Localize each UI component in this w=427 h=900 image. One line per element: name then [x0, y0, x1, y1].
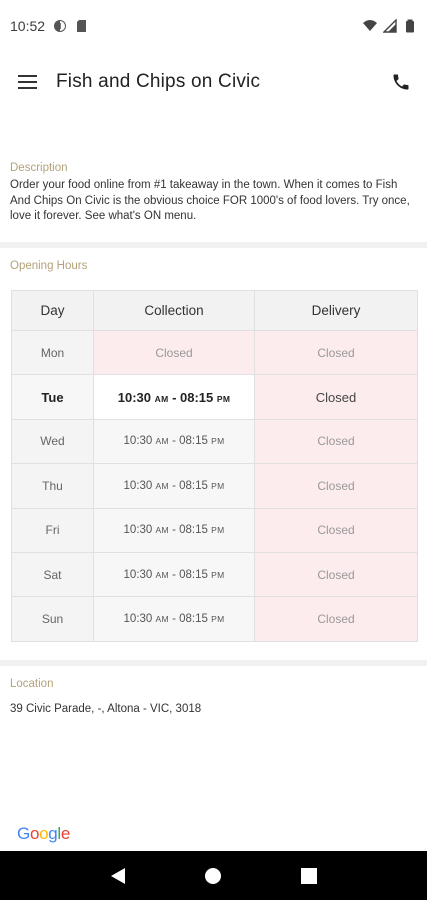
day-cell: Sat — [11, 551, 94, 598]
close-time: 08:15 — [179, 435, 208, 448]
delivery-cell: Closed — [254, 329, 418, 376]
collection-cell: 10:30 AM - 08:15 PM — [93, 507, 255, 553]
close-time-ampm: PM — [216, 393, 231, 404]
phone-icon[interactable] — [391, 72, 411, 92]
delivery-cell: Closed — [254, 463, 418, 509]
signal-icon — [383, 19, 397, 33]
table-row: Sun 10:30 AM - 08:15 PM Closed — [11, 596, 418, 642]
table-row: Sat 10:30 AM - 08:15 PM Closed — [11, 551, 418, 598]
opening-hours-label: Opening Hours — [10, 260, 88, 272]
close-time-ampm: PM — [211, 614, 225, 625]
close-time-ampm: PM — [211, 569, 225, 580]
open-time: 10:30 — [123, 568, 153, 581]
delivery-cell: Closed — [254, 374, 418, 420]
header-collection: Collection — [93, 290, 255, 331]
collection-cell: 10:30 AM - 08:15 PM — [93, 463, 255, 509]
section-divider — [0, 660, 427, 666]
description-section: Description Order your food online from … — [10, 162, 415, 225]
home-icon — [205, 867, 222, 884]
open-time-ampm: AM — [155, 525, 169, 536]
opening-hours-section: Opening Hours Day Collection Delivery Mo… — [10, 260, 418, 642]
back-button[interactable] — [98, 856, 138, 896]
open-time: 10:30 — [123, 435, 153, 448]
open-time: 10:30 — [117, 389, 151, 405]
close-time-ampm: PM — [211, 480, 225, 491]
google-logo-letter: o — [29, 824, 40, 843]
open-time-ampm: AM — [155, 436, 169, 447]
battery-icon — [406, 19, 414, 33]
delivery-cell: Closed — [254, 551, 418, 598]
system-nav-bar — [0, 851, 427, 900]
close-time: 08:15 — [179, 524, 208, 537]
google-logo-letter: G — [17, 824, 30, 843]
section-divider — [0, 242, 427, 248]
open-time: 10:30 — [123, 613, 153, 626]
content: Description Order your food online from … — [0, 112, 427, 850]
day-cell: Mon — [11, 329, 94, 376]
table-row: Fri 10:30 AM - 08:15 PM Closed — [11, 507, 418, 553]
google-logo-letter: e — [60, 824, 71, 843]
home-button[interactable] — [193, 856, 233, 896]
close-time: 08:15 — [180, 389, 214, 405]
day-cell: Tue — [11, 374, 94, 420]
page-title: Fish and Chips on Civic — [56, 71, 261, 92]
open-time-ampm: AM — [155, 480, 169, 491]
table-row-today: Tue 10:30 AM - 08:15 PM Closed — [11, 374, 418, 420]
collection-cell: 10:30 AM - 08:15 PM — [93, 551, 255, 598]
delivery-cell: Closed — [254, 507, 418, 553]
table-header-row: Day Collection Delivery — [11, 290, 418, 331]
day-cell: Fri — [11, 507, 94, 553]
opening-hours-table: Day Collection Delivery Mon Closed Close… — [11, 290, 418, 642]
location-section: Location 39 Civic Parade, -, Altona - VI… — [10, 678, 415, 715]
close-time: 08:15 — [179, 568, 208, 581]
open-time-ampm: AM — [155, 614, 169, 625]
data-saver-icon — [54, 20, 67, 32]
open-time-ampm: AM — [155, 569, 169, 580]
open-time: 10:30 — [123, 479, 153, 492]
day-cell: Sun — [11, 596, 94, 642]
status-bar: 10:52 — [0, 0, 427, 52]
header-delivery: Delivery — [254, 290, 418, 331]
description-text: Order your food online from #1 takeaway … — [10, 179, 410, 222]
status-time: 10:52 — [10, 18, 46, 34]
day-cell: Thu — [11, 463, 94, 509]
collection-cell: 10:30 AM - 08:15 PM — [93, 596, 255, 642]
location-address: 39 Civic Parade, -, Altona - VIC, 3018 — [10, 703, 202, 715]
delivery-cell: Closed — [254, 596, 418, 642]
wifi-icon — [363, 20, 377, 31]
header-day: Day — [11, 290, 94, 331]
delivery-cell: Closed — [254, 418, 418, 465]
collection-cell: 10:30 AM - 08:15 PM — [93, 374, 255, 420]
day-cell: Wed — [11, 418, 94, 465]
table-row: Thu 10:30 AM - 08:15 PM Closed — [11, 463, 418, 509]
open-time: 10:30 — [123, 524, 153, 537]
recents-button[interactable] — [289, 856, 329, 896]
close-time: 08:15 — [179, 479, 208, 492]
app-bar: Fish and Chips on Civic — [0, 52, 427, 112]
google-logo: Google — [17, 824, 70, 844]
status-left: 10:52 — [10, 18, 89, 34]
google-logo-letter: o — [39, 824, 49, 843]
sd-card-icon — [77, 20, 87, 32]
close-time-ampm: PM — [211, 525, 225, 536]
menu-icon[interactable] — [18, 74, 38, 90]
collection-cell: 10:30 AM - 08:15 PM — [93, 418, 255, 465]
back-icon — [110, 867, 125, 884]
close-time: 08:15 — [179, 613, 208, 626]
description-label: Description — [10, 162, 68, 174]
collection-cell: Closed — [93, 329, 255, 376]
location-label: Location — [10, 678, 54, 690]
close-time-ampm: PM — [211, 436, 225, 447]
status-right — [363, 19, 417, 33]
open-time-ampm: AM — [154, 393, 169, 404]
table-row: Wed 10:30 AM - 08:15 PM Closed — [11, 418, 418, 465]
table-row: Mon Closed Closed — [11, 329, 418, 376]
recents-icon — [301, 867, 318, 884]
